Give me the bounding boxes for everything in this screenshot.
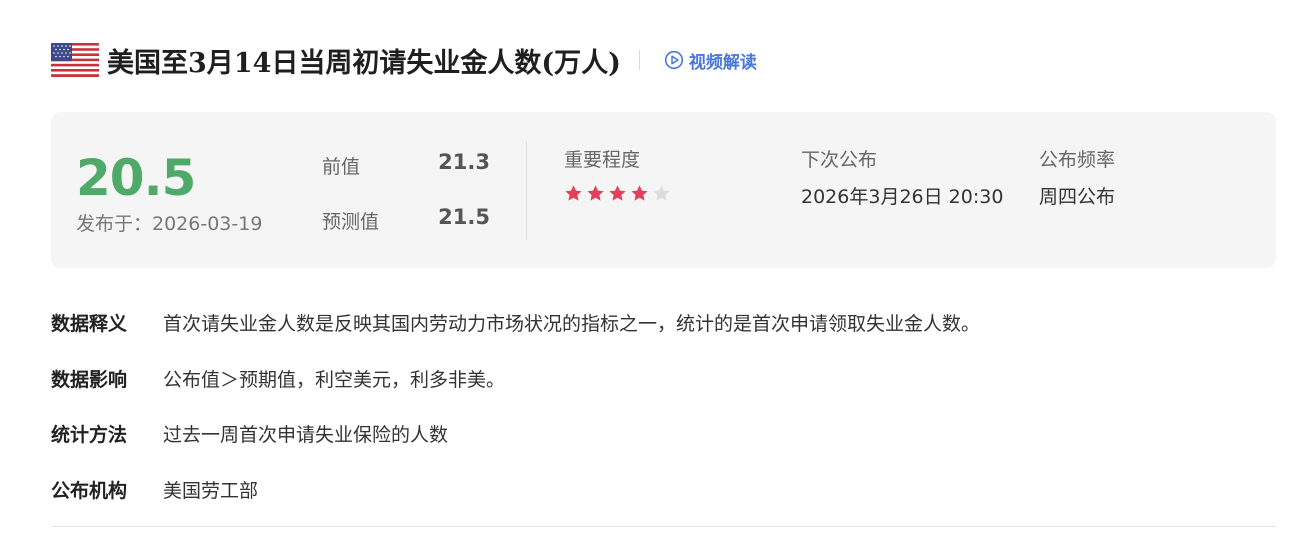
- importance-stars: [564, 184, 671, 203]
- next-release-label: 下次公布: [801, 149, 878, 171]
- star-filled-icon: [609, 185, 626, 201]
- star-filled-icon: [631, 185, 648, 201]
- detail-value: 首次请失业金人数是反映其国内劳动力市场状况的指标之一，统计的是首次申请领取失业金…: [163, 313, 981, 335]
- detail-value: 美国劳工部: [163, 480, 259, 502]
- star-empty-icon: [653, 185, 670, 201]
- bottom-divider: [51, 526, 1276, 527]
- detail-row-method: 统计方法 过去一周首次申请失业保险的人数: [51, 420, 448, 447]
- video-link-label: 视频解读: [688, 52, 757, 73]
- actual-value: 20.5: [76, 149, 196, 207]
- star-filled-icon: [565, 185, 582, 201]
- detail-key: 数据影响: [51, 369, 128, 391]
- video-explain-link[interactable]: 视频解读: [664, 48, 757, 73]
- detail-row-definition: 数据释义 首次请失业金人数是反映其国内劳动力市场状况的指标之一，统计的是首次申请领…: [51, 309, 980, 336]
- detail-key: 公布机构: [51, 480, 128, 502]
- indicator-header: 美国至3月14日当周初请失业金人数(万人) 视频解读: [51, 38, 757, 82]
- frequency-value: 周四公布: [1039, 186, 1116, 208]
- header-divider: [638, 50, 640, 70]
- frequency-label: 公布频率: [1039, 149, 1116, 171]
- forecast-label: 预测值: [322, 211, 380, 233]
- detail-row-agency: 公布机构 美国劳工部: [51, 476, 258, 503]
- us-flag-icon: [51, 43, 99, 77]
- page-title: 美国至3月14日当周初请失业金人数(万人): [107, 47, 621, 79]
- detail-value: 公布值＞预期值，利空美元，利多非美。: [163, 369, 506, 391]
- previous-label: 前值: [322, 156, 361, 178]
- forecast-value: 21.5: [438, 205, 490, 229]
- detail-row-impact: 数据影响 公布值＞预期值，利空美元，利多非美。: [51, 365, 505, 392]
- star-filled-icon: [587, 185, 604, 201]
- next-release-value: 2026年3月26日 20:30: [801, 186, 1004, 208]
- card-divider: [526, 142, 527, 240]
- publish-date: 发布于：2026-03-19: [76, 213, 263, 235]
- previous-value: 21.3: [438, 150, 490, 174]
- detail-value: 过去一周首次申请失业保险的人数: [163, 424, 449, 446]
- play-circle-icon: [664, 50, 684, 70]
- summary-card: 20.5 发布于：2026-03-19 前值 21.3 预测值 21.5 重要程…: [51, 112, 1276, 268]
- detail-key: 统计方法: [51, 424, 128, 446]
- importance-label: 重要程度: [564, 149, 641, 171]
- detail-key: 数据释义: [51, 313, 128, 335]
